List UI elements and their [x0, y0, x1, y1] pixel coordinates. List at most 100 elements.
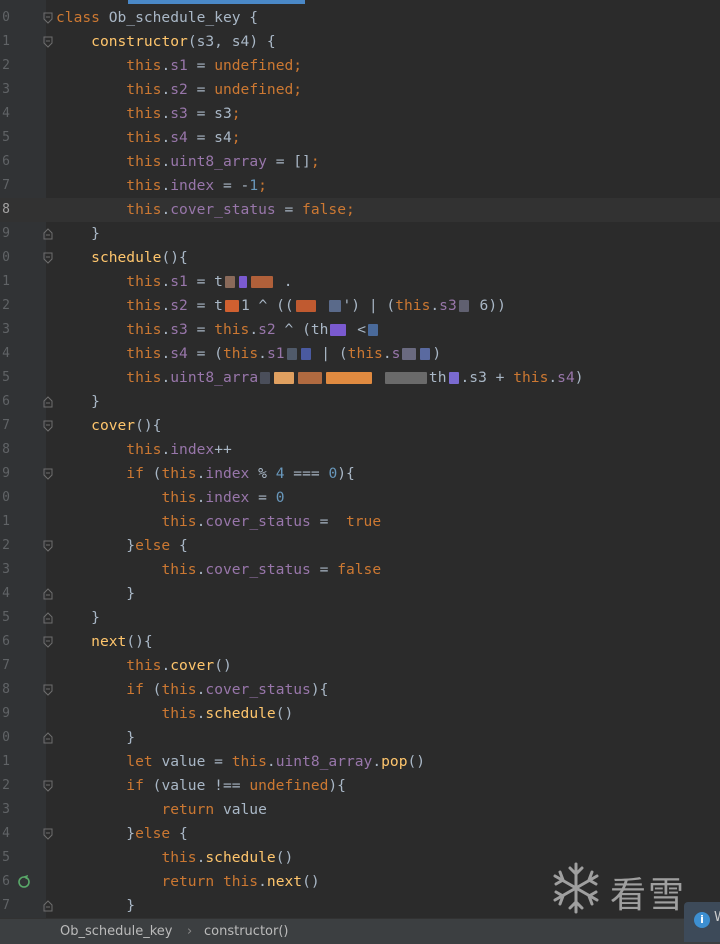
code-line[interactable]: 0 this.index = 0: [0, 486, 720, 510]
rerun-icon[interactable]: [17, 875, 31, 889]
code-token: (: [143, 681, 162, 698]
code-line[interactable]: 3 this.cover_status = false: [0, 558, 720, 582]
code-text[interactable]: }else {: [56, 822, 188, 846]
fold-open-icon[interactable]: [43, 12, 53, 24]
code-text[interactable]: }: [56, 894, 135, 918]
code-line[interactable]: 6 this.uint8_array = [];: [0, 150, 720, 174]
code-line[interactable]: 4 }else {: [0, 822, 720, 846]
fold-open-icon[interactable]: [43, 252, 53, 264]
fold-close-icon[interactable]: [43, 396, 53, 408]
code-text[interactable]: this.schedule(): [56, 702, 293, 726]
code-text[interactable]: class Ob_schedule_key {: [56, 6, 258, 30]
code-text[interactable]: }: [56, 726, 135, 750]
code-text[interactable]: if (this.cover_status){: [56, 678, 328, 702]
code-line[interactable]: 9 }: [0, 222, 720, 246]
code-line[interactable]: 3 this.s2 = undefined;: [0, 78, 720, 102]
code-line[interactable]: 1 this.cover_status = true: [0, 510, 720, 534]
code-text[interactable]: this.cover_status = false;: [56, 198, 354, 222]
code-text[interactable]: if (this.index % 4 === 0){: [56, 462, 355, 486]
code-text[interactable]: return this.next(): [56, 870, 319, 894]
code-text[interactable]: schedule(){: [56, 246, 188, 270]
code-text[interactable]: this.cover_status = false: [56, 558, 381, 582]
code-line[interactable]: 7 this.index = -1;: [0, 174, 720, 198]
notification-popup[interactable]: i W: [684, 902, 720, 942]
fold-open-icon[interactable]: [43, 36, 53, 48]
code-line[interactable]: 8 this.cover_status = false;: [0, 198, 720, 222]
code-text[interactable]: }: [56, 390, 100, 414]
breadcrumb-method[interactable]: constructor(): [204, 919, 288, 944]
code-text[interactable]: if (value !== undefined){: [56, 774, 346, 798]
code-text[interactable]: constructor(s3, s4) {: [56, 30, 276, 54]
code-text[interactable]: }: [56, 222, 100, 246]
code-text[interactable]: this.index = -1;: [56, 174, 267, 198]
code-line[interactable]: 5 }: [0, 606, 720, 630]
code-line[interactable]: 7 this.cover(): [0, 654, 720, 678]
code-line[interactable]: 2 this.s1 = undefined;: [0, 54, 720, 78]
code-text[interactable]: this.index++: [56, 438, 231, 462]
code-line[interactable]: 0 schedule(){: [0, 246, 720, 270]
line-number: 4: [2, 826, 10, 841]
code-line[interactable]: 3 return value: [0, 798, 720, 822]
fold-open-icon[interactable]: [43, 468, 53, 480]
code-text[interactable]: this.s4 = s4;: [56, 126, 240, 150]
code-text[interactable]: cover(){: [56, 414, 161, 438]
code-line[interactable]: 3 this.s3 = this.s2 ^ (th <: [0, 318, 720, 342]
code-line[interactable]: 0 }: [0, 726, 720, 750]
fold-open-icon[interactable]: [43, 828, 53, 840]
code-text[interactable]: this.index = 0: [56, 486, 284, 510]
code-line[interactable]: 4 this.s4 = (this.s1 | (this.s): [0, 342, 720, 366]
code-line[interactable]: 4 }: [0, 582, 720, 606]
fold-close-icon[interactable]: [43, 588, 53, 600]
code-text[interactable]: return value: [56, 798, 266, 822]
code-line[interactable]: 4 this.s3 = s3;: [0, 102, 720, 126]
code-token: ===: [284, 465, 329, 482]
code-text[interactable]: this.schedule(): [56, 846, 293, 870]
code-token: (){: [135, 417, 162, 434]
code-line[interactable]: 1 let value = this.uint8_array.pop(): [0, 750, 720, 774]
code-line[interactable]: 2 }else {: [0, 534, 720, 558]
code-line[interactable]: 2 this.s2 = t1 ^ (( ') | (this.s3 6)): [0, 294, 720, 318]
code-editor[interactable]: 0 class Ob_schedule_key {1 constructor(s3…: [0, 0, 720, 918]
fold-open-icon[interactable]: [43, 684, 53, 696]
code-line[interactable]: 8 if (this.cover_status){: [0, 678, 720, 702]
fold-open-icon[interactable]: [43, 420, 53, 432]
redacted-block: [260, 372, 271, 384]
code-line[interactable]: 5 this.s4 = s4;: [0, 126, 720, 150]
fold-close-icon[interactable]: [43, 612, 53, 624]
code-line[interactable]: 9 this.schedule(): [0, 702, 720, 726]
code-text[interactable]: this.s1 = t .: [56, 270, 292, 294]
code-text[interactable]: this.s4 = (this.s1 | (this.s): [56, 342, 441, 366]
code-text[interactable]: this.uint8_array = [];: [56, 150, 319, 174]
fold-open-icon[interactable]: [43, 780, 53, 792]
code-line[interactable]: 1 this.s1 = t .: [0, 270, 720, 294]
code-text[interactable]: next(){: [56, 630, 153, 654]
code-text[interactable]: this.cover_status = true: [56, 510, 381, 534]
code-text[interactable]: this.s3 = s3;: [56, 102, 240, 126]
code-line[interactable]: 9 if (this.index % 4 === 0){: [0, 462, 720, 486]
code-text[interactable]: this.s2 = undefined;: [56, 78, 302, 102]
code-text[interactable]: }: [56, 582, 135, 606]
code-line[interactable]: 8 this.index++: [0, 438, 720, 462]
code-line[interactable]: 5 this.uint8_arra th .s3 + this.s4): [0, 366, 720, 390]
code-text[interactable]: this.s1 = undefined;: [56, 54, 302, 78]
code-line[interactable]: 7 cover(){: [0, 414, 720, 438]
code-text[interactable]: }else {: [56, 534, 188, 558]
fold-open-icon[interactable]: [43, 540, 53, 552]
code-line[interactable]: 6 }: [0, 390, 720, 414]
code-text[interactable]: }: [56, 606, 100, 630]
code-line[interactable]: 0 class Ob_schedule_key {: [0, 6, 720, 30]
code-text[interactable]: this.s2 = t1 ^ (( ') | (this.s3 6)): [56, 294, 506, 318]
code-line[interactable]: 6 next(){: [0, 630, 720, 654]
fold-open-icon[interactable]: [43, 636, 53, 648]
fold-close-icon[interactable]: [43, 228, 53, 240]
code-text[interactable]: this.cover(): [56, 654, 231, 678]
fold-close-icon[interactable]: [43, 900, 53, 912]
code-text[interactable]: let value = this.uint8_array.pop(): [56, 750, 425, 774]
code-line[interactable]: 2 if (value !== undefined){: [0, 774, 720, 798]
code-text[interactable]: this.uint8_arra th .s3 + this.s4): [56, 366, 583, 390]
code-line[interactable]: 1 constructor(s3, s4) {: [0, 30, 720, 54]
fold-close-icon[interactable]: [43, 732, 53, 744]
code-text[interactable]: this.s3 = this.s2 ^ (th <: [56, 318, 380, 342]
breadcrumb-class[interactable]: Ob_schedule_key: [60, 919, 173, 944]
